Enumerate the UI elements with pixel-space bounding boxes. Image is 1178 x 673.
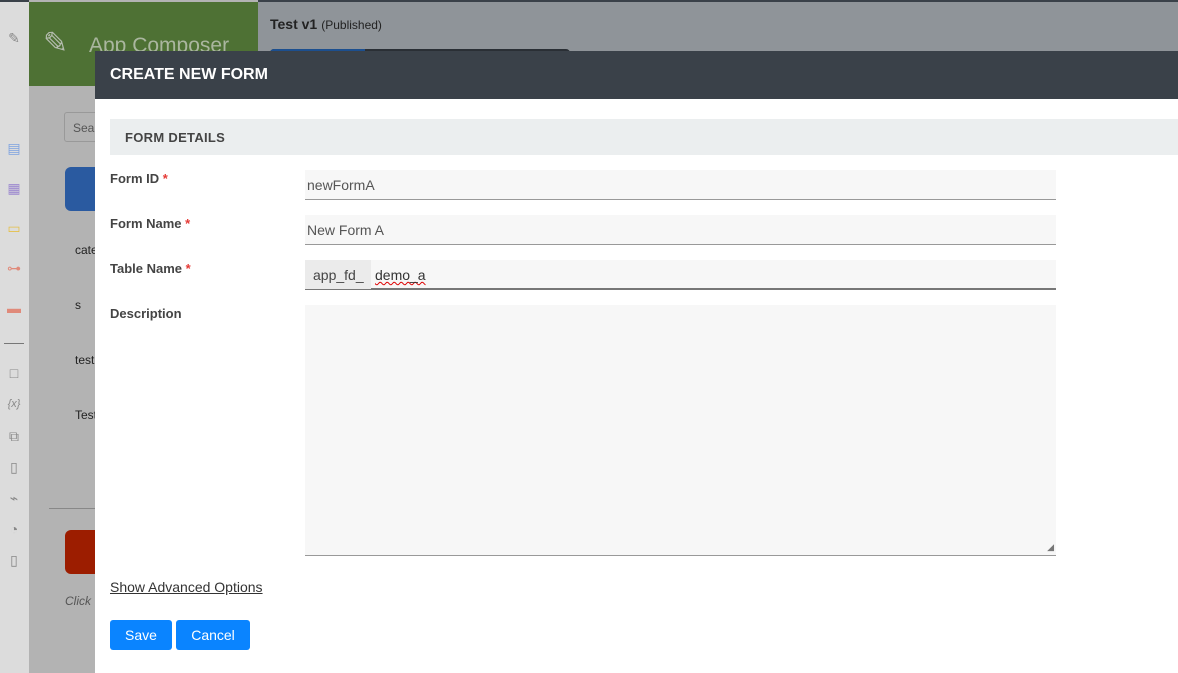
save-button[interactable]: Save bbox=[110, 620, 172, 650]
create-form-dialog: CREATE NEW FORM FORM DETAILS Form ID * n… bbox=[95, 51, 1178, 673]
app-title: Test v1 (Published) bbox=[270, 16, 382, 32]
process-icon[interactable]: ⊶ bbox=[6, 260, 22, 276]
label-text: Form ID bbox=[110, 171, 160, 186]
required-marker: * bbox=[185, 261, 191, 276]
variable-icon[interactable]: {x} bbox=[6, 396, 22, 412]
label-text: Form Name bbox=[110, 216, 182, 231]
translate-icon[interactable]: ⧉ bbox=[6, 428, 22, 444]
table-name-value[interactable]: demo_a bbox=[375, 267, 426, 283]
section-header: FORM DETAILS bbox=[110, 119, 1178, 155]
hint-text: Click bbox=[65, 594, 91, 608]
form-id-label: Form ID * bbox=[110, 171, 168, 186]
divider bbox=[4, 343, 24, 344]
required-marker: * bbox=[162, 171, 168, 186]
userview-icon[interactable]: ▭ bbox=[6, 220, 22, 236]
list-item[interactable]: test bbox=[75, 353, 94, 367]
note-icon[interactable]: □ bbox=[6, 365, 22, 381]
form-icon[interactable]: ▤ bbox=[6, 140, 22, 156]
description-textarea[interactable]: ◢ bbox=[305, 305, 1056, 556]
log-icon[interactable]: ▯ bbox=[6, 552, 22, 568]
datalist-icon[interactable]: ▦ bbox=[6, 180, 22, 196]
required-marker: * bbox=[185, 216, 191, 231]
form-name-label: Form Name * bbox=[110, 216, 190, 231]
icon-sidebar: ✎ ▤ ▦ ▭ ⊶ ▬ □ {x} ⧉ ▯ ⌁ ◔ ▯ bbox=[0, 0, 29, 673]
edit-icon: ✎ bbox=[43, 27, 69, 60]
pdf-icon[interactable]: ▯ bbox=[6, 459, 22, 475]
app-version-title: Test v1 bbox=[270, 16, 318, 32]
form-id-input[interactable]: newFormA bbox=[305, 170, 1056, 200]
table-name-input[interactable]: app_fd_ demo_a bbox=[305, 260, 1056, 290]
show-advanced-options-link[interactable]: Show Advanced Options bbox=[110, 579, 263, 595]
dialog-title: CREATE NEW FORM bbox=[95, 51, 1178, 99]
edit-icon[interactable]: ✎ bbox=[6, 30, 22, 46]
list-item[interactable]: s bbox=[75, 298, 81, 312]
plugin-icon[interactable]: ⌁ bbox=[6, 490, 22, 506]
publish-status: (Published) bbox=[321, 18, 382, 32]
description-label: Description bbox=[110, 306, 182, 321]
list-item[interactable]: Test bbox=[75, 408, 97, 422]
label-text: Table Name bbox=[110, 261, 183, 276]
report-icon[interactable]: ▬ bbox=[6, 300, 22, 316]
resize-handle-icon[interactable]: ◢ bbox=[1047, 542, 1054, 553]
table-prefix: app_fd_ bbox=[305, 260, 371, 289]
cancel-button[interactable]: Cancel bbox=[176, 620, 250, 650]
table-name-label: Table Name * bbox=[110, 261, 191, 276]
performance-icon[interactable]: ◔ bbox=[6, 521, 22, 537]
divider bbox=[49, 508, 99, 509]
form-name-input[interactable]: New Form A bbox=[305, 215, 1056, 245]
